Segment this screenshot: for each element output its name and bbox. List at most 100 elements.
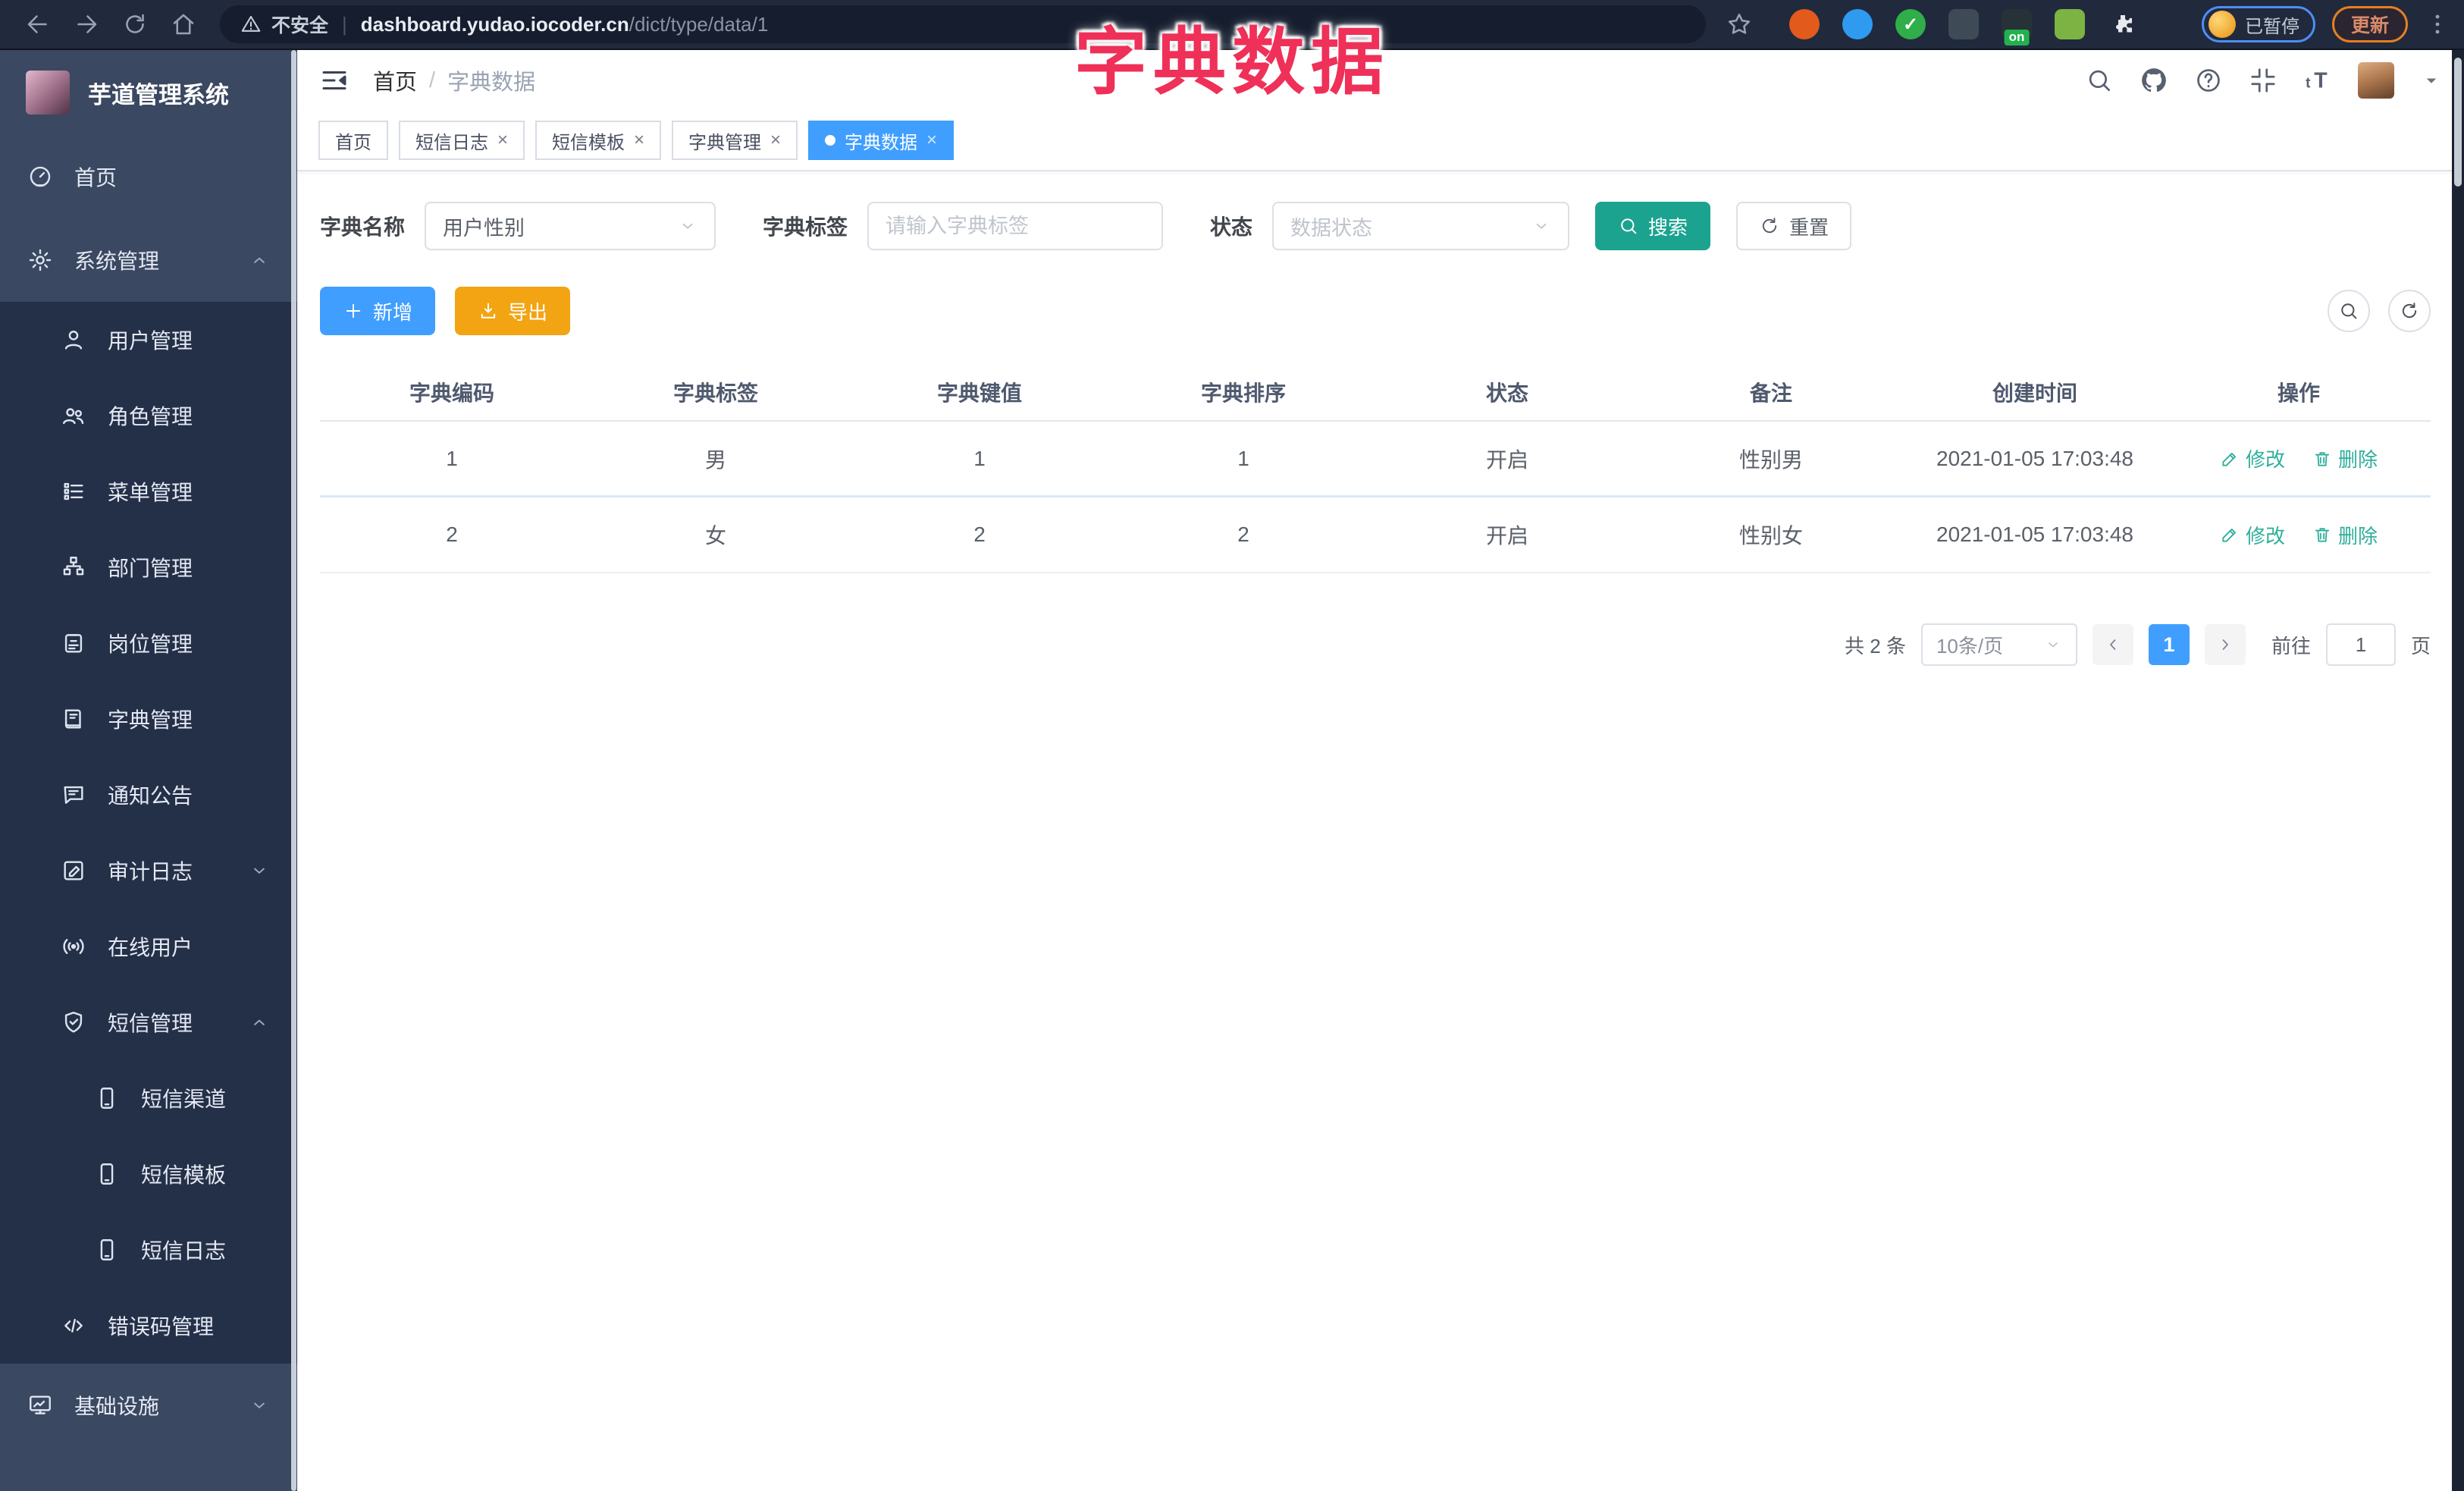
address-bar[interactable]: 不安全 | dashboard.yudao.iocoder.cn /dict/t…	[220, 5, 1706, 43]
sidebar-submenu-item[interactable]: 在线用户	[0, 909, 297, 984]
reload-icon[interactable]	[121, 11, 149, 38]
forward-icon[interactable]	[73, 11, 100, 38]
sidebar-submenu-item[interactable]: 短信管理	[0, 984, 297, 1060]
sidebar-submenu-item[interactable]: 错误码管理	[0, 1288, 297, 1364]
table-header-cell: 字典标签	[672, 381, 758, 405]
breadcrumb-home[interactable]: 首页	[373, 64, 417, 96]
green-check-extension-icon[interactable]: ✓	[1895, 9, 1926, 39]
sidebar-submenu-item[interactable]: 菜单管理	[0, 454, 297, 529]
badge-icon	[61, 630, 86, 656]
refresh-table-button[interactable]	[2388, 290, 2431, 332]
profile-paused-chip[interactable]: 已暂停	[2201, 6, 2315, 42]
goto-page-input[interactable]	[2325, 623, 2396, 666]
refresh-icon	[2399, 300, 2420, 322]
reset-button[interactable]: 重置	[1736, 202, 1852, 250]
tag-view-tab[interactable]: 首页	[318, 121, 388, 160]
caret-down-icon[interactable]	[2420, 69, 2443, 92]
table-cell-status: 开启	[1485, 447, 1528, 472]
pagination-total: 共 2 条	[1845, 634, 1906, 658]
tab-label: 短信日志	[415, 132, 488, 153]
page-scrollbar[interactable]	[2452, 50, 2464, 1491]
current-page-button[interactable]: 1	[2148, 624, 2190, 665]
dict-label-input[interactable]	[867, 202, 1164, 250]
sidebar-scrollbar[interactable]	[291, 50, 296, 1491]
user-icon	[61, 327, 86, 353]
search-icon[interactable]	[2085, 66, 2114, 95]
page-size-select[interactable]: 10条/页	[1920, 623, 2077, 666]
proxy-extension-icon[interactable]: on	[2002, 9, 2032, 46]
home-icon[interactable]	[170, 11, 197, 38]
edit-button[interactable]: 修改	[2220, 521, 2285, 549]
chevron-up-icon	[249, 250, 270, 271]
code-icon	[61, 1313, 86, 1339]
table-cell-actions: 修改 删除	[2167, 521, 2431, 549]
status-select[interactable]: 数据状态	[1272, 202, 1570, 250]
prev-page-button[interactable]	[2092, 624, 2133, 665]
data-table: 字典编码 字典标签 字典键值 字典排序 状态 备注 创建时间 操作 1 男 1 1 开启 性别男 2021…	[320, 364, 2431, 573]
sidebar-submenu-item[interactable]: 角色管理	[0, 378, 297, 454]
table-header-cell: 创建时间	[1992, 381, 2077, 405]
table-row[interactable]: 2 女 2 2 开启 性别女 2021-01-05 17:03:48 修改 删除	[320, 498, 2431, 573]
sidebar-submenu-item[interactable]: 部门管理	[0, 529, 297, 605]
bookmark-star-icon[interactable]	[1726, 11, 1753, 38]
tag-view-tab[interactable]: 短信日志 ×	[399, 121, 525, 160]
delete-button[interactable]: 删除	[2312, 444, 2378, 472]
edit-button[interactable]: 修改	[2220, 444, 2285, 472]
add-button[interactable]: 新增	[320, 287, 436, 335]
dashboard-icon	[27, 164, 53, 190]
sidebar-submenu-item[interactable]: 短信模板	[0, 1136, 297, 1212]
sidebar-item-label: 系统管理	[74, 250, 160, 273]
sidebar-submenu-item[interactable]: 字典管理	[0, 681, 297, 757]
puzzle-extension-icon[interactable]	[2108, 9, 2138, 39]
orange-ring-extension-icon[interactable]	[1789, 9, 1820, 39]
sidebar-item-label: 短信管理	[108, 1012, 193, 1035]
logo-row[interactable]: 芋道管理系统	[0, 50, 297, 135]
status-placeholder: 数据状态	[1290, 216, 1373, 240]
tag-view-tab[interactable]: 字典数据 ×	[808, 121, 955, 160]
close-icon[interactable]: ×	[497, 131, 508, 149]
sidebar-submenu-item[interactable]: 岗位管理	[0, 605, 297, 681]
sidebar-submenu-item[interactable]: 审计日志	[0, 833, 297, 909]
search-button[interactable]: 搜索	[1595, 202, 1711, 250]
collapse-sidebar-icon[interactable]	[318, 64, 350, 96]
table-row[interactable]: 1 男 1 1 开启 性别男 2021-01-05 17:03:48 修改 删除	[320, 422, 2431, 498]
table-cell-actions: 修改 删除	[2167, 444, 2431, 472]
sidebar-menu-item[interactable]: 首页	[0, 135, 297, 218]
phone-icon	[94, 1085, 120, 1111]
paused-label: 已暂停	[2244, 16, 2299, 37]
header-actions: tT	[2085, 62, 2443, 99]
sidebar-menu-item[interactable]: 系统管理	[0, 218, 297, 302]
sidebar-menu-item[interactable]: 基础设施	[0, 1364, 297, 1447]
github-icon[interactable]	[2140, 66, 2168, 95]
close-icon[interactable]: ×	[634, 131, 644, 149]
chevron-down-icon	[678, 216, 698, 236]
sidebar-submenu-item[interactable]: 通知公告	[0, 757, 297, 833]
back-icon[interactable]	[24, 11, 52, 38]
close-icon[interactable]: ×	[926, 131, 937, 149]
next-page-button[interactable]	[2204, 624, 2246, 665]
sidebar-submenu-item[interactable]: 短信日志	[0, 1212, 297, 1288]
help-question-icon[interactable]	[2194, 66, 2223, 95]
sidebar-submenu-item[interactable]: 短信渠道	[0, 1060, 297, 1136]
blue-gem-extension-icon[interactable]	[1842, 9, 1873, 39]
delete-button[interactable]: 删除	[2312, 521, 2378, 549]
chevron-down-icon	[2044, 636, 2062, 654]
leaf-extension-icon[interactable]	[2055, 9, 2085, 39]
export-button[interactable]: 导出	[455, 287, 571, 335]
toggle-search-button[interactable]	[2328, 290, 2370, 332]
close-icon[interactable]: ×	[770, 131, 781, 149]
browser-menu-dots-icon[interactable]	[2425, 11, 2450, 37]
page-size-value: 10条/页	[1936, 634, 2004, 658]
tag-view-tab[interactable]: 字典管理 ×	[672, 121, 798, 160]
table-header-cell: 备注	[1749, 381, 1792, 405]
dict-name-value: 用户性别	[443, 216, 525, 240]
dict-name-select[interactable]: 用户性别	[425, 202, 716, 250]
font-size-icon[interactable]: tT	[2303, 66, 2332, 95]
browser-update-button[interactable]: 更新	[2331, 6, 2408, 42]
tag-view-tab[interactable]: 短信模板 ×	[535, 121, 662, 160]
toggles-extension-icon[interactable]	[1948, 9, 1979, 39]
user-avatar[interactable]	[2358, 62, 2394, 99]
sidebar-submenu-item[interactable]: 用户管理	[0, 302, 297, 378]
fullscreen-icon[interactable]	[2249, 66, 2277, 95]
page-scrollbar-thumb[interactable]	[2454, 58, 2462, 187]
